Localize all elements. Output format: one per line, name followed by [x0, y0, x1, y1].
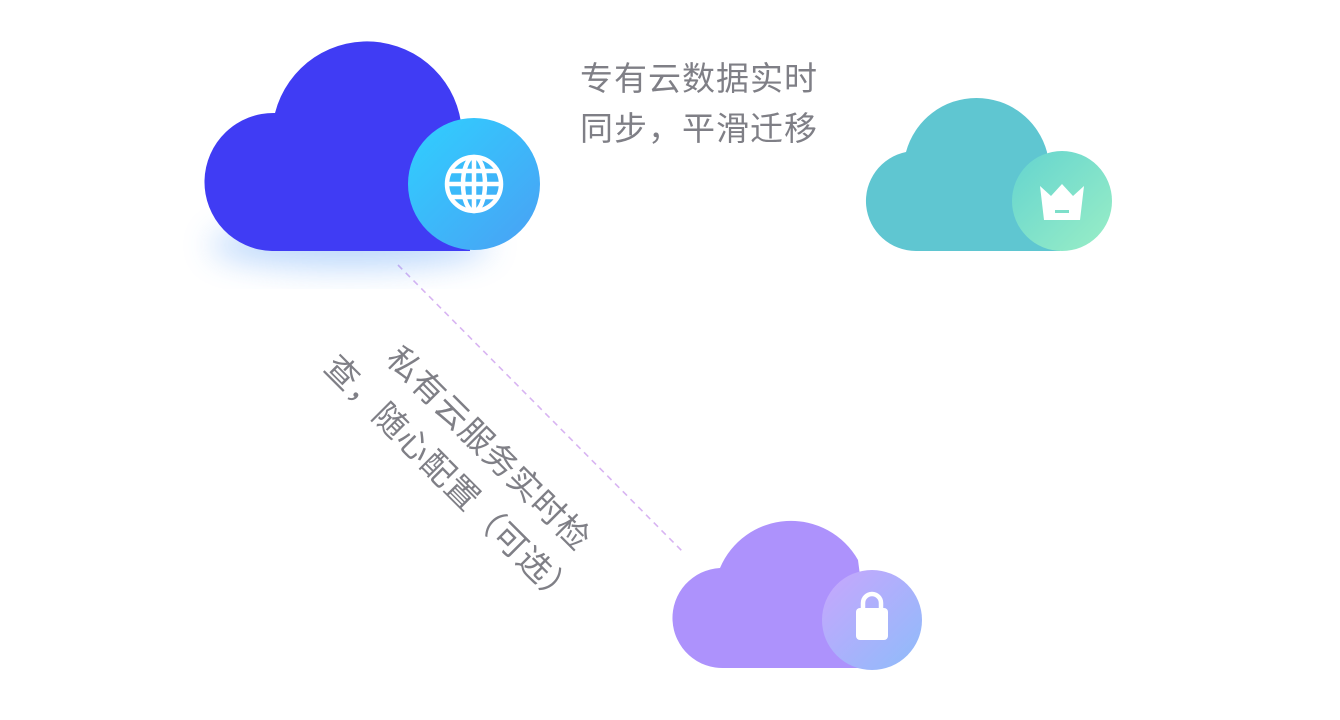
sync-caption-line1: 专有云数据实时	[580, 59, 818, 98]
public-cloud-node	[204, 41, 540, 267]
globe-icon	[444, 154, 504, 214]
sync-caption-line2: 同步，平滑迁移	[580, 109, 818, 148]
sync-connector	[553, 172, 852, 190]
sync-caption: 专有云数据实时 同步，平滑迁移	[580, 54, 818, 154]
private-cloud-node	[672, 520, 922, 670]
dedicated-cloud-node	[865, 97, 1112, 252]
